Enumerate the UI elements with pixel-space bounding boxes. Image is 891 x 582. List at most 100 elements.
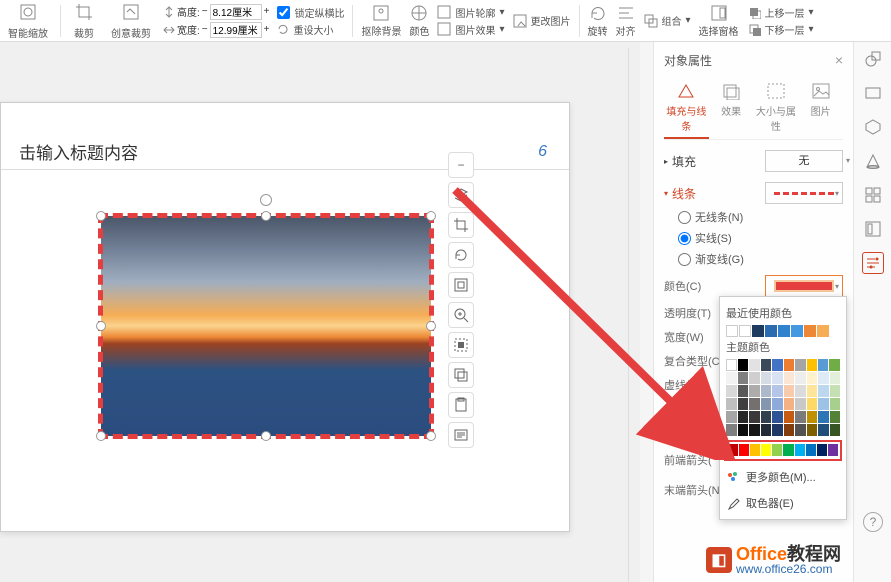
- color-swatch[interactable]: [738, 372, 749, 384]
- color-swatch[interactable]: [804, 325, 816, 337]
- color-swatch[interactable]: [749, 372, 760, 384]
- color-swatch[interactable]: [795, 411, 806, 423]
- height-input[interactable]: [210, 4, 262, 20]
- crop-button[interactable]: 裁剪: [69, 1, 99, 40]
- rotation-handle[interactable]: [260, 194, 272, 206]
- color-swatch[interactable]: [738, 398, 749, 410]
- bring-forward-button[interactable]: 上移一层 ▾: [747, 5, 814, 20]
- color-swatch[interactable]: [806, 444, 816, 456]
- color-swatch[interactable]: [795, 359, 805, 371]
- crop-tool-button[interactable]: [448, 212, 474, 238]
- color-swatch[interactable]: [772, 424, 783, 436]
- fill-type-select[interactable]: 无▾: [765, 150, 843, 172]
- color-swatch[interactable]: [829, 359, 839, 371]
- color-swatch[interactable]: [818, 398, 829, 410]
- color-swatch[interactable]: [750, 444, 760, 456]
- color-swatch[interactable]: [761, 372, 772, 384]
- zoom-tool-button[interactable]: [448, 302, 474, 328]
- color-swatch[interactable]: [791, 325, 803, 337]
- color-swatch[interactable]: [830, 398, 841, 410]
- smart-zoom-button[interactable]: 智能缩放: [4, 1, 52, 40]
- color-swatch[interactable]: [772, 411, 783, 423]
- color-swatch[interactable]: [752, 325, 764, 337]
- color-swatch[interactable]: [784, 385, 795, 397]
- color-swatch[interactable]: [778, 325, 790, 337]
- color-swatch[interactable]: [749, 398, 760, 410]
- select-tool-button[interactable]: [448, 332, 474, 358]
- tab-fill-line[interactable]: 填充与线条: [664, 78, 709, 139]
- color-swatch[interactable]: [830, 385, 841, 397]
- color-swatch[interactable]: [818, 424, 829, 436]
- collapse-button[interactable]: −: [448, 152, 474, 178]
- strip-shape-icon[interactable]: [862, 48, 884, 70]
- color-swatch[interactable]: [784, 372, 795, 384]
- slide-title-placeholder[interactable]: 击输入标题内容: [19, 139, 138, 164]
- color-swatch[interactable]: [817, 325, 829, 337]
- line-none-radio[interactable]: 无线条(N): [678, 209, 843, 225]
- color-swatch[interactable]: [772, 359, 782, 371]
- color-swatch[interactable]: [726, 411, 737, 423]
- color-swatch[interactable]: [726, 424, 737, 436]
- color-swatch[interactable]: [726, 385, 737, 397]
- color-swatch[interactable]: [818, 359, 828, 371]
- layers-button[interactable]: [448, 182, 474, 208]
- lock-ratio-checkbox[interactable]: 锁定纵横比: [277, 5, 344, 20]
- color-swatch[interactable]: [784, 411, 795, 423]
- color-swatch[interactable]: [739, 444, 749, 456]
- creative-crop-button[interactable]: 创意裁剪: [107, 1, 155, 40]
- rotate-tool-button[interactable]: [448, 242, 474, 268]
- eyedropper-button[interactable]: 取色器(E): [726, 493, 840, 513]
- color-swatch[interactable]: [749, 359, 759, 371]
- color-swatch[interactable]: [761, 444, 771, 456]
- color-swatch[interactable]: [807, 398, 818, 410]
- color-swatch[interactable]: [728, 444, 738, 456]
- resize-handle-tm[interactable]: [261, 211, 271, 221]
- remove-bg-button[interactable]: 抠除背景: [361, 4, 401, 38]
- line-color-button[interactable]: ▾: [765, 275, 843, 297]
- color-swatch[interactable]: [828, 444, 838, 456]
- color-swatch[interactable]: [761, 411, 772, 423]
- color-swatch[interactable]: [726, 398, 737, 410]
- color-swatch[interactable]: [818, 372, 829, 384]
- frame-button[interactable]: [448, 272, 474, 298]
- pic-outline-button[interactable]: 图片轮廓 ▾: [437, 5, 504, 20]
- color-swatch[interactable]: [807, 411, 818, 423]
- color-swatch[interactable]: [784, 424, 795, 436]
- strip-template-icon[interactable]: [862, 218, 884, 240]
- color-swatch[interactable]: [795, 398, 806, 410]
- color-swatch[interactable]: [749, 411, 760, 423]
- resize-handle-rm[interactable]: [426, 321, 436, 331]
- color-swatch[interactable]: [830, 424, 841, 436]
- color-swatch[interactable]: [761, 385, 772, 397]
- color-swatch[interactable]: [761, 359, 771, 371]
- duplicate-button[interactable]: [448, 362, 474, 388]
- color-swatch[interactable]: [795, 372, 806, 384]
- color-swatch[interactable]: [726, 325, 738, 337]
- line-solid-radio[interactable]: 实线(S): [678, 230, 843, 246]
- color-swatch[interactable]: [738, 359, 748, 371]
- resize-handle-lm[interactable]: [96, 321, 106, 331]
- strip-slide-icon[interactable]: [862, 82, 884, 104]
- color-swatch[interactable]: [830, 372, 841, 384]
- color-swatch[interactable]: [783, 444, 793, 456]
- color-swatch[interactable]: [772, 385, 783, 397]
- pic-effects-button[interactable]: 图片效果 ▾: [437, 22, 504, 37]
- strip-3d-icon[interactable]: [862, 116, 884, 138]
- color-swatch[interactable]: [749, 385, 760, 397]
- color-swatch[interactable]: [807, 424, 818, 436]
- align-button[interactable]: 对齐: [616, 4, 636, 38]
- color-swatch[interactable]: [807, 385, 818, 397]
- color-swatch[interactable]: [772, 444, 782, 456]
- color-swatch[interactable]: [772, 398, 783, 410]
- color-swatch[interactable]: [818, 411, 829, 423]
- color-swatch[interactable]: [761, 398, 772, 410]
- color-swatch[interactable]: [795, 385, 806, 397]
- tab-effect[interactable]: 效果: [709, 78, 754, 139]
- panel-close-button[interactable]: ×: [835, 52, 843, 68]
- selected-image[interactable]: [101, 216, 431, 436]
- line-section-toggle[interactable]: ▾线条: [664, 185, 696, 202]
- width-input[interactable]: [210, 22, 262, 38]
- more-colors-button[interactable]: 更多颜色(M)...: [726, 467, 840, 487]
- line-gradient-radio[interactable]: 渐变线(G): [678, 251, 843, 267]
- strip-properties-icon[interactable]: [862, 252, 884, 274]
